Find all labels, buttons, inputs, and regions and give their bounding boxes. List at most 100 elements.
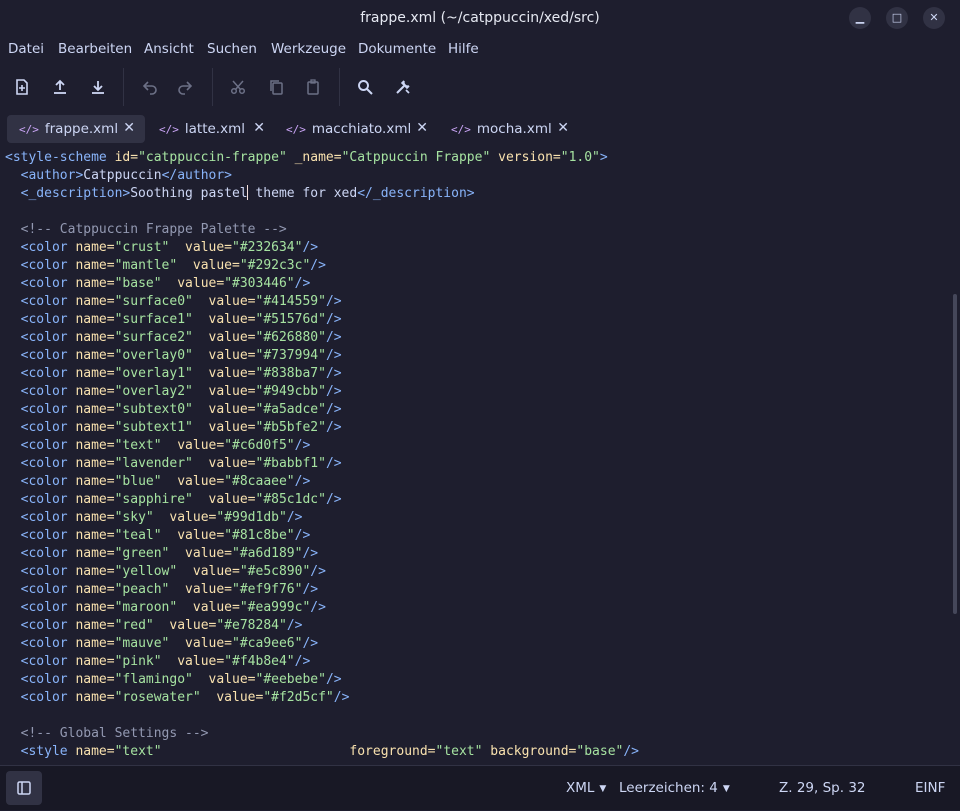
menu-bearbeiten[interactable]: Bearbeiten bbox=[58, 38, 132, 60]
tab-latte[interactable]: </> latte.xml ✕ bbox=[147, 115, 275, 143]
color-definition-line: <color name="subtext1" value="#b5bfe2"/> bbox=[5, 419, 342, 437]
minimize-button[interactable]: ▁ bbox=[849, 7, 871, 29]
title-bar: frappe.xml (~/catppuccin/xed/src) ▁ □ ✕ bbox=[0, 0, 960, 36]
tools-icon bbox=[396, 80, 410, 94]
xml-attr: value= bbox=[208, 294, 256, 309]
color-definition-line: <color name="overlay0" value="#737994"/> bbox=[5, 347, 342, 365]
xml-tag: <color bbox=[5, 384, 68, 399]
xml-tag: /> bbox=[325, 348, 342, 363]
tab-close-icon[interactable]: ✕ bbox=[557, 120, 569, 136]
insert-mode: EINF bbox=[915, 780, 946, 796]
new-document-button[interactable] bbox=[9, 74, 35, 100]
xml-value: "red" bbox=[114, 618, 154, 633]
xml-attr: value= bbox=[208, 456, 256, 471]
xml-attr: value= bbox=[208, 492, 256, 507]
vertical-scrollbar[interactable] bbox=[953, 294, 957, 614]
cut-icon bbox=[230, 80, 246, 95]
menu-hilfe[interactable]: Hilfe bbox=[448, 38, 479, 60]
xml-attr: value= bbox=[169, 618, 217, 633]
menu-suchen[interactable]: Suchen bbox=[207, 38, 257, 60]
color-definition-line: <color name="red" value="#e78284"/> bbox=[5, 617, 303, 635]
xml-attr: value= bbox=[177, 654, 225, 669]
xml-attr: value= bbox=[216, 690, 264, 705]
xml-value: "#babbf1" bbox=[255, 456, 326, 471]
open-button[interactable] bbox=[47, 74, 73, 100]
language-selector[interactable]: XML ▼ bbox=[566, 766, 606, 810]
cut-button[interactable] bbox=[225, 74, 251, 100]
copy-button[interactable] bbox=[263, 74, 289, 100]
menu-datei[interactable]: Datei bbox=[8, 38, 44, 60]
xml-value: "#51576d" bbox=[255, 312, 326, 327]
close-button[interactable]: ✕ bbox=[923, 7, 945, 29]
menu-dokumente[interactable]: Dokumente bbox=[358, 38, 436, 60]
xml-attr: value= bbox=[192, 258, 240, 273]
undo-button[interactable] bbox=[137, 74, 163, 100]
indent-label: Leerzeichen: 4 bbox=[619, 780, 718, 796]
xml-value: "sky" bbox=[114, 510, 154, 525]
tab-label: mocha.xml bbox=[476, 121, 552, 137]
xml-text: Soothing pastel bbox=[130, 186, 248, 201]
toolbar-separator bbox=[212, 68, 213, 106]
xml-value: "#e78284" bbox=[216, 618, 287, 633]
xml-tag: /> bbox=[333, 690, 350, 705]
xml-value: "#f2d5cf" bbox=[263, 690, 334, 705]
color-definition-line: <color name="pink" value="#f4b8e4"/> bbox=[5, 653, 311, 671]
xml-tag: <color bbox=[5, 474, 68, 489]
sidebar-toggle-button[interactable] bbox=[6, 771, 42, 805]
maximize-button[interactable]: □ bbox=[886, 7, 908, 29]
code-line: <style-scheme id="catppuccin-frappe" _na… bbox=[5, 149, 608, 167]
xml-value: "overlay0" bbox=[114, 348, 193, 363]
xml-tag: <color bbox=[5, 240, 68, 255]
tab-frappe[interactable]: </> frappe.xml ✕ bbox=[7, 115, 145, 143]
tab-close-icon[interactable]: ✕ bbox=[253, 120, 265, 136]
xml-value: "crust" bbox=[114, 240, 170, 255]
open-upload-icon bbox=[54, 79, 66, 94]
xml-value: "#a6d189" bbox=[232, 546, 303, 561]
search-button[interactable] bbox=[352, 74, 378, 100]
menu-werkzeuge[interactable]: Werkzeuge bbox=[271, 38, 346, 60]
redo-button[interactable] bbox=[172, 74, 198, 100]
tab-close-icon[interactable]: ✕ bbox=[416, 120, 428, 136]
color-definition-line: <color name="maroon" value="#ea999c"/> bbox=[5, 599, 326, 617]
xml-value: "flamingo" bbox=[114, 672, 193, 687]
tab-macchiato[interactable]: </> macchiato.xml ✕ bbox=[274, 115, 438, 143]
xml-attr: name= bbox=[67, 456, 115, 471]
tab-mocha[interactable]: </> mocha.xml ✕ bbox=[439, 115, 579, 143]
xml-tag: <color bbox=[5, 456, 68, 471]
xml-tag: /> bbox=[286, 510, 303, 525]
toolbar-separator bbox=[339, 68, 340, 106]
xml-tag: <color bbox=[5, 492, 68, 507]
indent-selector[interactable]: Leerzeichen: 4 ▼ bbox=[619, 766, 730, 810]
xml-attr: value= bbox=[208, 366, 256, 381]
menu-ansicht[interactable]: Ansicht bbox=[144, 38, 194, 60]
code-editor[interactable]: <style-scheme id="catppuccin-frappe" _na… bbox=[0, 149, 960, 765]
save-button[interactable] bbox=[85, 74, 111, 100]
paste-button[interactable] bbox=[300, 74, 326, 100]
tab-close-icon[interactable]: ✕ bbox=[123, 120, 135, 136]
xml-tag: <color bbox=[5, 420, 68, 435]
xml-tag: /> bbox=[294, 438, 311, 453]
tools-button[interactable] bbox=[390, 74, 416, 100]
xml-attr: value= bbox=[177, 276, 225, 291]
close-icon: ✕ bbox=[929, 11, 939, 24]
xml-value: "overlay2" bbox=[114, 384, 193, 399]
xml-value: "#ca9ee6" bbox=[232, 636, 303, 651]
menu-bar: Datei Bearbeiten Ansicht Suchen Werkzeug… bbox=[0, 38, 960, 60]
xml-value: "text" bbox=[114, 744, 162, 759]
xml-tag: <color bbox=[5, 690, 68, 705]
xml-tag: <color bbox=[5, 348, 68, 363]
status-bar: XML ▼ Leerzeichen: 4 ▼ Z. 29, Sp. 32 EINF bbox=[0, 765, 960, 810]
xml-attr: value= bbox=[177, 438, 225, 453]
xml-attr: value= bbox=[208, 312, 256, 327]
xml-tag: </author> bbox=[161, 168, 233, 183]
color-definition-line: <color name="surface0" value="#414559"/> bbox=[5, 293, 342, 311]
paste-icon bbox=[307, 79, 319, 95]
xml-value: "#e5c890" bbox=[239, 564, 311, 579]
xml-attr: name= bbox=[67, 744, 115, 759]
